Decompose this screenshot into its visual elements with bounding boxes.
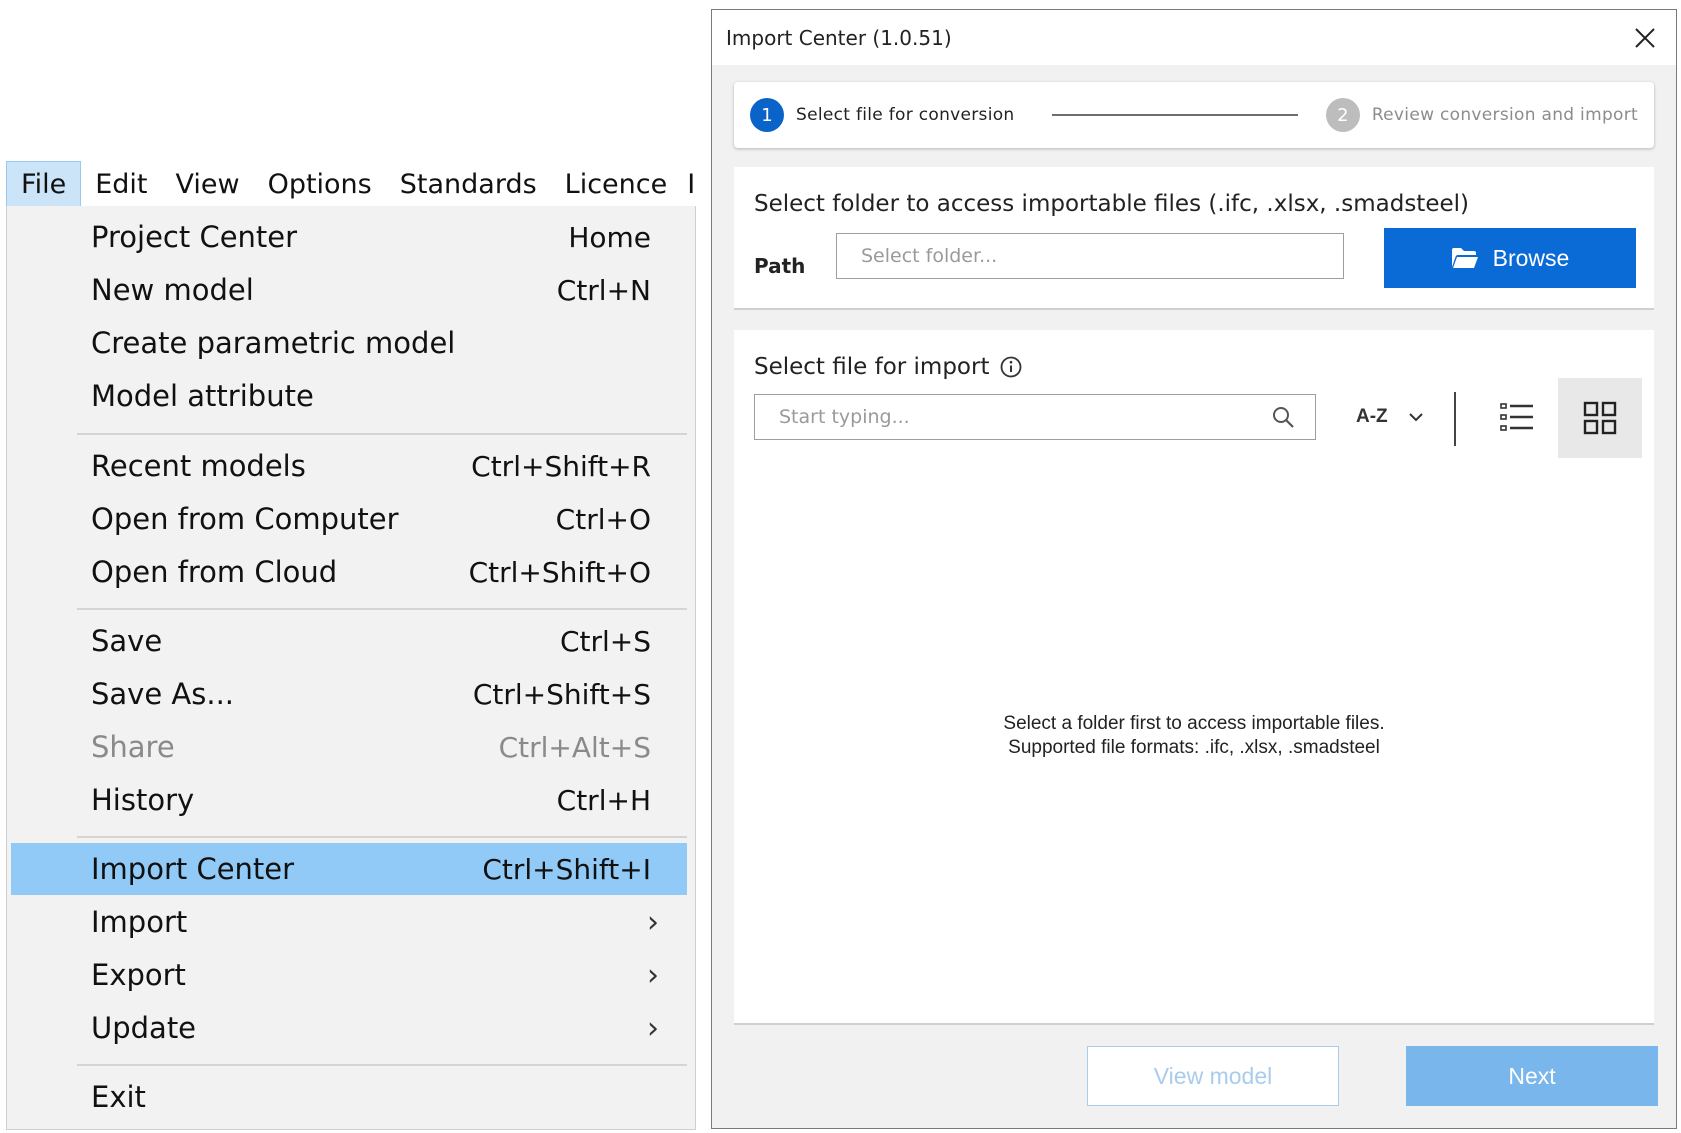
search-field [754,394,1316,440]
menu-item-shortcut: Ctrl+H [556,783,651,817]
file-section: Select file for import A-Z [734,330,1654,1025]
step-number: 2 [1325,98,1360,132]
menu-licence[interactable]: Licence [551,161,682,207]
menu-item-shortcut: Ctrl+Shift+R [471,449,651,483]
menu-item-label: Save As... [91,677,235,711]
folder-open-icon [1451,248,1478,268]
menu-view[interactable]: View [161,161,253,207]
step-label: Select file for conversion [796,105,1015,125]
dialog-title: Import Center (1.0.51) [726,25,952,50]
step-connector [1052,114,1298,116]
menu-item-save-as[interactable]: Save As... Ctrl+Shift+S [11,668,687,720]
menu-item-shortcut: Ctrl+O [555,502,651,536]
view-divider [1454,392,1456,446]
menu-item-project-center[interactable]: Project Center Home [11,211,687,263]
chevron-right-icon: › [647,904,659,940]
empty-state-message: Select a folder first to access importab… [734,712,1654,760]
menu-item-label: Import Center [91,852,295,886]
browse-button[interactable]: Browse [1384,228,1636,288]
path-input[interactable] [836,233,1344,279]
menu-item-shortcut: Ctrl+S [559,624,651,658]
view-model-button[interactable]: View model [1087,1046,1339,1106]
menu-item-shortcut: Ctrl+Shift+O [468,555,651,589]
menu-item-label: Create parametric model [91,326,456,360]
list-view-icon [1500,403,1533,431]
menu-bar: File Edit View Options Standards Licence… [6,161,696,207]
menu-item-import[interactable]: Import › [11,896,687,948]
menu-item-open-from-cloud[interactable]: Open from Cloud Ctrl+Shift+O [11,546,687,598]
chevron-right-icon: › [647,1010,659,1046]
menu-item-label: Save [91,624,163,658]
search-input[interactable] [755,395,1315,439]
menu-item-open-from-computer[interactable]: Open from Computer Ctrl+O [11,493,687,545]
close-icon[interactable] [1632,25,1658,51]
sort-label: A-Z [1356,406,1388,427]
empty-state-line-2: Supported file formats: .ifc, .xlsx, .sm… [1008,737,1380,758]
browse-label: Browse [1492,244,1570,271]
menu-separator [77,433,687,435]
menu-edit[interactable]: Edit [81,161,161,207]
folder-section: Select folder to access importable files… [734,167,1654,310]
file-section-title-text: Select file for import [754,354,990,380]
menu-standards[interactable]: Standards [386,161,551,207]
menu-options[interactable]: Options [254,161,386,207]
step-2: 2 Review conversion and import [1325,82,1638,148]
menu-item-new-model[interactable]: New model Ctrl+N [11,264,687,316]
menu-item-label: History [91,783,195,817]
empty-state-line-1: Select a folder first to access importab… [1003,713,1385,734]
step-label: Review conversion and import [1371,105,1638,125]
menu-item-export[interactable]: Export › [11,949,687,1001]
menu-item-shortcut: Ctrl+Shift+S [472,677,651,711]
menu-item-shortcut: Ctrl+N [556,273,651,307]
step-number: 1 [750,98,784,132]
menu-item-save[interactable]: Save Ctrl+S [11,615,687,667]
menu-item-label: Project Center [91,220,298,254]
menu-item-exit[interactable]: Exit [11,1071,687,1123]
menu-item-import-center[interactable]: Import Center Ctrl+Shift+I [11,843,687,895]
folder-section-title: Select folder to access importable files… [754,191,1469,217]
menu-item-label: Share [91,730,175,764]
menu-item-label: Import [91,905,188,939]
chevron-down-icon [1408,413,1423,422]
menu-truncated[interactable]: I [681,161,696,207]
menu-item-label: New model [91,273,254,307]
menu-item-recent-models[interactable]: Recent models Ctrl+Shift+R [11,440,687,492]
grid-view-icon [1583,401,1617,435]
chevron-right-icon: › [647,957,659,993]
file-menu-dropdown: Project Center Home New model Ctrl+N Cre… [6,206,696,1130]
menu-item-label: Export [91,958,186,992]
menu-item-label: Update [91,1011,197,1045]
step-1: 1 Select file for conversion [750,82,1015,148]
list-view-button[interactable] [1476,378,1558,456]
path-label: Path [754,254,806,278]
menu-item-update[interactable]: Update › [11,1002,687,1054]
import-center-dialog: Import Center (1.0.51) 1 Select file for… [711,9,1677,1129]
menu-item-label: Exit [91,1080,146,1114]
grid-view-button[interactable] [1558,378,1642,458]
menu-item-label: Open from Computer [91,502,399,536]
menu-file[interactable]: File [6,161,82,207]
info-icon[interactable] [999,355,1023,379]
menu-item-label: Model attribute [91,379,314,413]
menu-item-shortcut: Ctrl+Alt+S [498,730,651,764]
search-icon [1273,407,1294,428]
menu-item-history[interactable]: History Ctrl+H [11,774,687,826]
menu-item-shortcut: Home [568,220,651,254]
stepper: 1 Select file for conversion 2 Review co… [734,82,1654,148]
menu-item-create-parametric-model[interactable]: Create parametric model [11,317,687,369]
menu-separator [77,836,687,838]
file-section-title: Select file for import [754,354,1023,380]
menu-item-share: Share Ctrl+Alt+S [11,721,687,773]
menu-item-label: Recent models [91,449,306,483]
sort-dropdown[interactable]: A-Z [1356,394,1424,440]
menu-item-label: Open from Cloud [91,555,338,589]
menu-item-model-attribute[interactable]: Model attribute [11,370,687,422]
menu-separator [77,1064,687,1066]
menu-item-shortcut: Ctrl+Shift+I [482,852,651,886]
dialog-titlebar: Import Center (1.0.51) [712,10,1676,65]
next-button[interactable]: Next [1406,1046,1658,1106]
menu-separator [77,608,687,610]
